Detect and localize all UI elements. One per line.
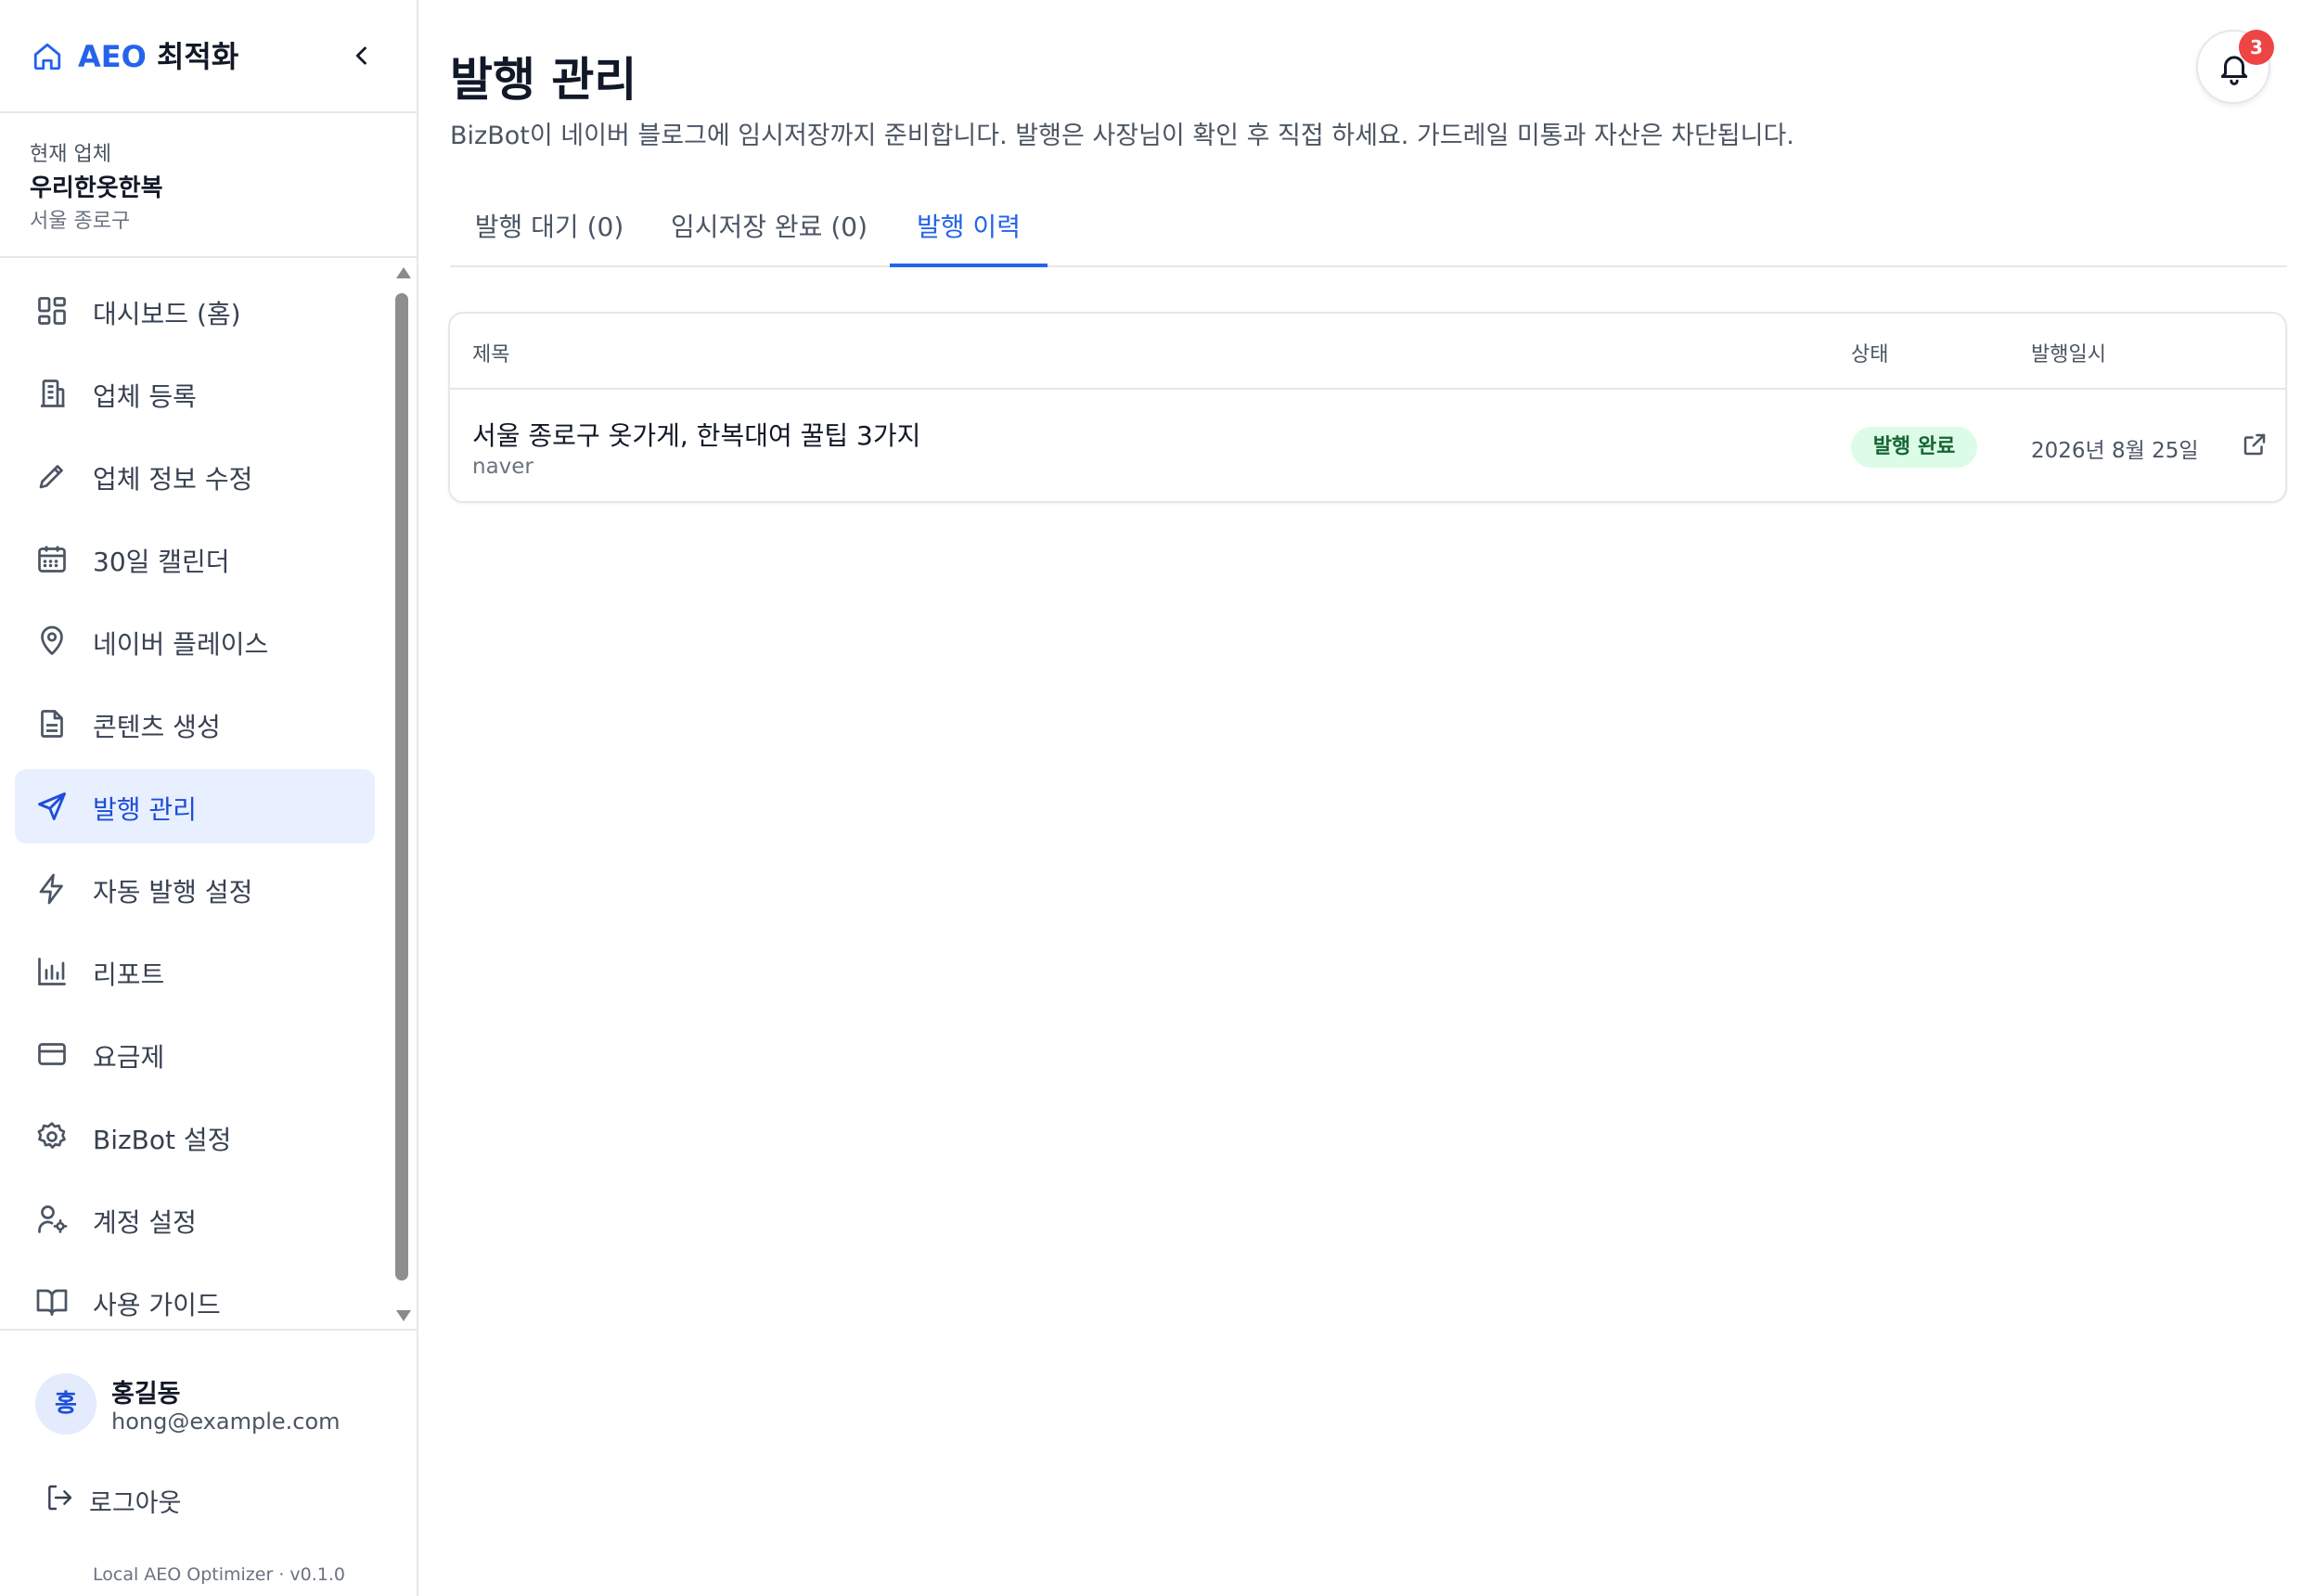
status-badge: 발행 완료	[1851, 427, 1977, 468]
gear-icon	[37, 1122, 66, 1149]
sidebar-item-label: BizBot 설정	[93, 1125, 232, 1155]
sidebar-item-label: 사용 가이드	[93, 1290, 221, 1320]
sidebar-item-naver-place[interactable]: 네이버 플레이스	[15, 604, 375, 678]
avatar: 홍	[35, 1373, 96, 1435]
table-row[interactable]: 서울 종로구 옷가게, 한복대여 꿀팁 3가지 naver 발행 완료 2026…	[450, 390, 2285, 503]
user-panel: 홍 홍길동 hong@example.com 로그아웃 Local AEO Op…	[0, 1329, 417, 1596]
building-icon	[41, 380, 65, 407]
sidebar-item-publish[interactable]: 발행 관리	[15, 769, 375, 843]
sidebar-item-content[interactable]: 콘텐츠 생성	[15, 687, 375, 761]
app-version: Local AEO Optimizer · v0.1.0	[93, 1564, 345, 1585]
sidebar-item-register-business[interactable]: 업체 등록	[15, 356, 375, 431]
current-business-location: 서울 종로구	[30, 210, 131, 233]
main-content: 발행 관리 BizBot이 네이버 블로그에 임시저장까지 준비합니다. 발행은…	[418, 0, 2301, 1596]
logout-icon	[48, 1485, 72, 1511]
scroll-down-arrow-icon[interactable]	[396, 1310, 411, 1321]
sidebar-item-label: 발행 관리	[93, 794, 197, 825]
sidebar-item-report[interactable]: 리포트	[15, 934, 375, 1009]
column-header-status: 상태	[1851, 343, 1889, 367]
publish-tabs: 발행 대기 (0) 임시저장 완료 (0) 발행 이력	[450, 195, 2287, 267]
sidebar-item-label: 업체 등록	[93, 381, 197, 412]
user-cog-icon	[38, 1205, 68, 1233]
sidebar-item-calendar[interactable]: 30일 캘린더	[15, 521, 375, 596]
calendar-icon	[38, 546, 66, 573]
sidebar-item-label: 콘텐츠 생성	[93, 712, 221, 742]
scrollbar-thumb[interactable]	[395, 293, 408, 1281]
sidebar-item-label: 업체 정보 수정	[93, 464, 253, 495]
external-link-icon[interactable]	[2241, 431, 2269, 458]
sidebar: AEO 최적화 현재 업체 우리한옷한복 서울 종로구 대시보드 (홈) 업체 …	[0, 0, 418, 1596]
current-business: 현재 업체 우리한옷한복 서울 종로구	[0, 113, 417, 258]
post-source: naver	[472, 455, 533, 479]
column-header-date: 발행일시	[2031, 343, 2106, 367]
sidebar-header: AEO 최적화	[0, 0, 417, 113]
sidebar-item-label: 리포트	[93, 959, 165, 990]
scroll-up-arrow-icon[interactable]	[396, 267, 411, 278]
sidebar-item-label: 30일 캘린더	[93, 547, 230, 577]
post-title: 서울 종로구 옷가게, 한복대여 꿀팁 3가지	[472, 420, 921, 451]
sidebar-item-label: 요금제	[93, 1042, 165, 1073]
sidebar-item-account-settings[interactable]: 계정 설정	[15, 1182, 375, 1256]
user-email: hong@example.com	[111, 1409, 341, 1435]
send-icon	[38, 792, 66, 820]
page-description: BizBot이 네이버 블로그에 임시저장까지 준비합니다. 발행은 사장님이 …	[450, 122, 1794, 150]
document-icon	[41, 710, 63, 738]
app-title[interactable]: AEO 최적화	[78, 33, 238, 76]
notification-count-badge: 3	[2239, 30, 2274, 65]
bar-chart-icon	[38, 958, 66, 985]
sidebar-item-guide[interactable]: 사용 가이드	[15, 1265, 375, 1329]
sidebar-item-dashboard[interactable]: 대시보드 (홈)	[15, 274, 375, 348]
tab-pending[interactable]: 발행 대기 (0)	[450, 195, 649, 267]
pencil-icon	[39, 465, 63, 489]
sidebar-item-label: 계정 설정	[93, 1207, 197, 1238]
sidebar-item-pricing[interactable]: 요금제	[15, 1017, 375, 1091]
tab-draft-saved[interactable]: 임시저장 완료 (0)	[649, 195, 890, 267]
publish-history-table: 제목 상태 발행일시 서울 종로구 옷가게, 한복대여 꿀팁 3가지 naver…	[448, 312, 2287, 503]
dashboard-icon	[38, 297, 66, 325]
sidebar-nav: 대시보드 (홈) 업체 등록 업체 정보 수정 30일 캘린더 네이버 플레이스…	[0, 258, 417, 1329]
map-pin-icon	[41, 625, 63, 655]
sidebar-item-label: 대시보드 (홈)	[93, 299, 241, 329]
book-icon	[36, 1289, 68, 1316]
sidebar-item-bizbot-settings[interactable]: BizBot 설정	[15, 1100, 375, 1174]
current-business-name: 우리한옷한복	[30, 174, 163, 202]
column-header-title: 제목	[472, 343, 510, 367]
home-icon[interactable]	[31, 41, 64, 72]
app-title-accent: AEO	[78, 39, 147, 74]
chevron-left-icon[interactable]	[349, 43, 375, 69]
sidebar-item-edit-business[interactable]: 업체 정보 수정	[15, 439, 375, 513]
user-name: 홍길동	[111, 1380, 181, 1409]
sidebar-item-label: 네이버 플레이스	[93, 629, 269, 660]
page-title: 발행 관리	[450, 53, 637, 107]
logout-label: 로그아웃	[89, 1489, 182, 1518]
sidebar-item-label: 자동 발행 설정	[93, 877, 253, 907]
app-title-text: 최적화	[146, 39, 239, 74]
sidebar-item-auto-publish[interactable]: 자동 발행 설정	[15, 852, 375, 926]
lightning-icon	[39, 873, 63, 905]
tab-history[interactable]: 발행 이력	[890, 195, 1048, 267]
credit-card-icon	[38, 1043, 66, 1065]
table-header: 제목 상태 발행일시	[450, 314, 2285, 390]
sidebar-scrollbar[interactable]	[392, 264, 412, 1327]
publish-date: 2026년 8월 25일	[2031, 439, 2199, 463]
current-business-label: 현재 업체	[30, 143, 111, 166]
logout-button[interactable]: 로그아웃	[30, 1472, 271, 1524]
